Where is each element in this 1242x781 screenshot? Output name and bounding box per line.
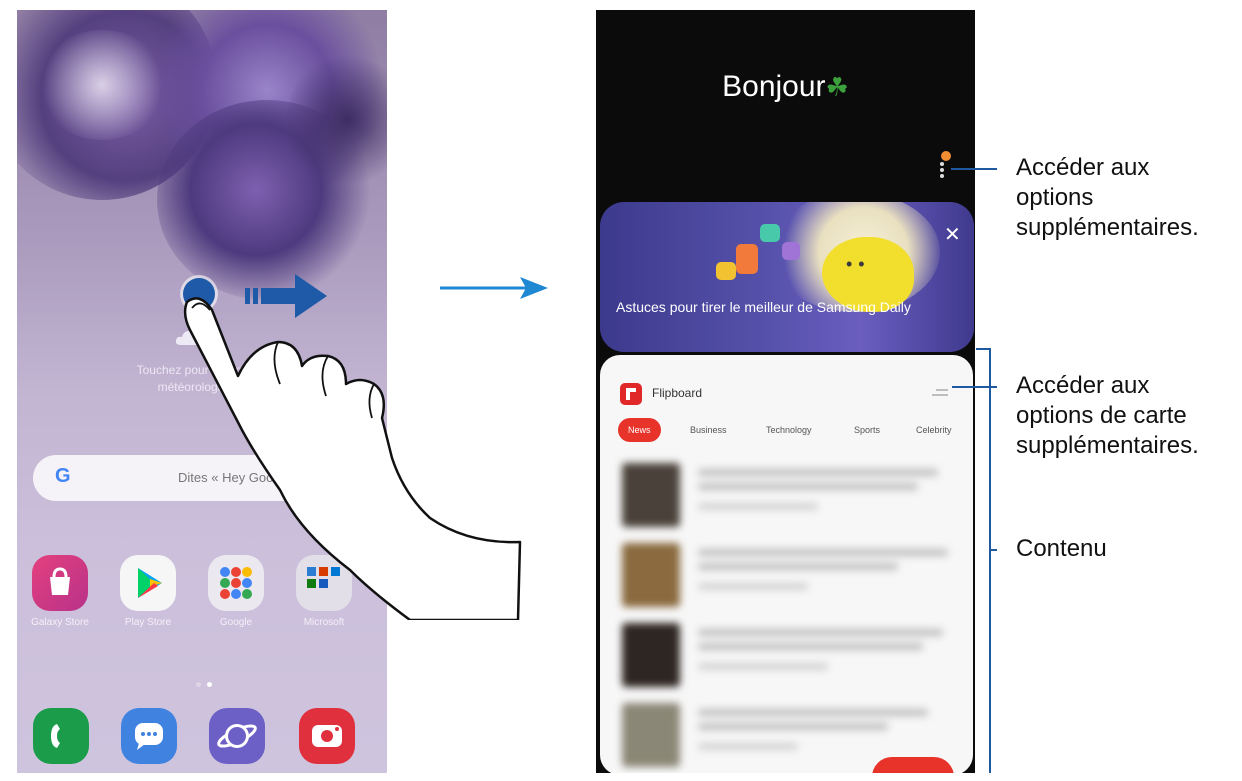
- category-tabs: News Business Technology Sports Celebrit…: [616, 418, 973, 442]
- news-text-placeholder: [698, 723, 888, 730]
- news-text-placeholder: [698, 583, 808, 590]
- news-text-placeholder: [698, 709, 928, 716]
- tab-celebrity[interactable]: Celebrity: [916, 418, 952, 442]
- banner-card-shape: [782, 242, 800, 260]
- flipboard-logo-icon: [620, 383, 642, 405]
- news-item[interactable]: [622, 543, 952, 607]
- callout-leader-line: [989, 549, 997, 551]
- banner-card-shape: [716, 262, 736, 280]
- camera-icon[interactable]: [299, 708, 355, 764]
- bracket-top: [976, 348, 990, 350]
- wallpaper-flower: [37, 30, 167, 140]
- callout-more-options: Accéder aux options supplémentaires.: [1016, 153, 1199, 243]
- news-item[interactable]: [622, 623, 952, 687]
- news-text-placeholder: [698, 469, 938, 476]
- card-options-icon[interactable]: [932, 388, 950, 398]
- tab-news[interactable]: News: [618, 418, 661, 442]
- news-text-placeholder: [698, 663, 828, 670]
- page-indicator: [193, 674, 215, 692]
- news-text-placeholder: [698, 743, 798, 750]
- callout-line-1: Accéder aux: [1016, 154, 1150, 181]
- galaxy-store-icon: [32, 555, 88, 611]
- callout-leader-line: [951, 168, 997, 170]
- card-source-name: Flipboard: [652, 386, 703, 400]
- callout-line-3: supplémentaires.: [1016, 432, 1199, 459]
- page-dot-active: [207, 682, 212, 687]
- banner-card-shape: [760, 224, 780, 242]
- tab-sports[interactable]: Sports: [854, 418, 880, 442]
- news-text-placeholder: [698, 629, 943, 636]
- phone-icon[interactable]: [33, 708, 89, 764]
- banner-text: Astuces pour tirer le meilleur de Samsun…: [616, 299, 911, 315]
- callout-line-2: options de carte: [1016, 402, 1187, 429]
- news-thumbnail: [622, 463, 680, 527]
- page-dot: [196, 682, 201, 687]
- news-text-placeholder: [698, 563, 898, 570]
- greeting-title: Bonjour☘: [596, 70, 975, 104]
- more-options-icon[interactable]: [936, 150, 952, 182]
- tab-technology[interactable]: Technology: [766, 418, 812, 442]
- banner-card-shape: [736, 244, 758, 274]
- clover-icon: ☘: [825, 72, 849, 102]
- samsung-daily-screen: Bonjour☘ •• ✕ Astuces pour tirer le meil…: [596, 10, 975, 773]
- callout-line-1: Accéder aux: [1016, 372, 1150, 399]
- floating-action-button[interactable]: [872, 757, 954, 773]
- tips-banner[interactable]: •• ✕ Astuces pour tirer le meilleur de S…: [600, 202, 974, 352]
- callout-line-2: options: [1016, 184, 1094, 211]
- news-thumbnail: [622, 543, 680, 607]
- transition-arrow-icon: [440, 277, 548, 299]
- app-label: Galaxy Store: [31, 617, 89, 628]
- callout-card-options: Accéder aux options de carte supplémenta…: [1016, 371, 1199, 461]
- close-icon[interactable]: ✕: [944, 222, 961, 247]
- app-galaxy-store[interactable]: Galaxy Store: [25, 555, 95, 628]
- greeting-text: Bonjour: [722, 70, 826, 103]
- news-text-placeholder: [698, 503, 818, 510]
- news-thumbnail: [622, 623, 680, 687]
- hand-gesture-icon: [183, 297, 522, 620]
- messages-icon[interactable]: [121, 708, 177, 764]
- news-text-placeholder: [698, 483, 918, 490]
- flipboard-card[interactable]: Flipboard News Business Technology Sport…: [600, 355, 973, 773]
- news-text-placeholder: [698, 549, 948, 556]
- smiley-face-icon: ••: [846, 254, 871, 274]
- callout-content: Contenu: [1016, 535, 1107, 562]
- content-bracket: [989, 348, 991, 773]
- news-item[interactable]: [622, 463, 952, 527]
- google-g-icon: G: [55, 465, 71, 487]
- internet-icon[interactable]: [209, 708, 265, 764]
- news-thumbnail: [622, 703, 680, 767]
- tab-business[interactable]: Business: [690, 418, 727, 442]
- news-text-placeholder: [698, 643, 923, 650]
- callout-line-3: supplémentaires.: [1016, 214, 1199, 241]
